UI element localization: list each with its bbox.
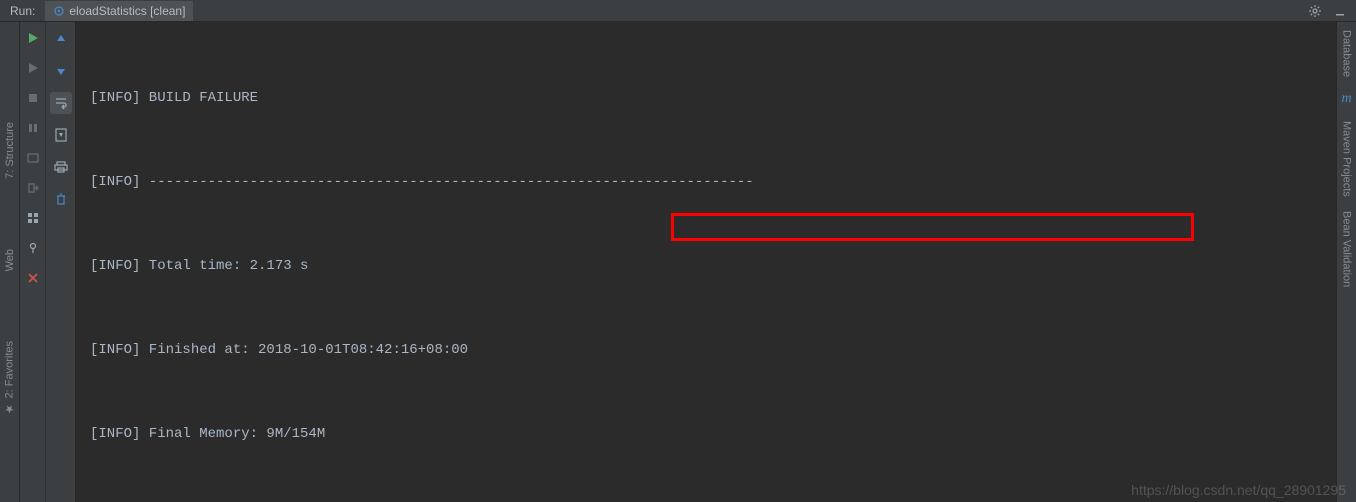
structure-label: 7: Structure (4, 122, 16, 179)
favorites-label: 2: Favorites (4, 341, 16, 398)
console-line: [INFO] BUILD FAILURE (90, 84, 1336, 112)
web-tool-tab[interactable]: Web (4, 249, 16, 271)
bean-label: Bean Validation (1341, 211, 1353, 287)
pause-button[interactable] (23, 118, 43, 138)
run-config-tab-label: eloadStatistics [clean] (69, 4, 185, 18)
run-config-tab[interactable]: eloadStatistics [clean] (45, 1, 193, 21)
database-label: Database (1341, 30, 1353, 77)
main-area: 7: Structure Web ★ 2: Favorites (0, 22, 1356, 502)
run-toolbar-col1 (20, 22, 46, 502)
close-button[interactable] (23, 268, 43, 288)
web-label: Web (4, 249, 16, 271)
bean-validation-tool-tab[interactable]: Bean Validation (1341, 211, 1353, 287)
stop-button[interactable] (23, 88, 43, 108)
print-button[interactable] (50, 156, 72, 178)
scroll-to-end-button[interactable] (50, 124, 72, 146)
hide-icon[interactable] (1328, 5, 1352, 17)
console-line: [INFO] Total time: 2.173 s (90, 252, 1336, 280)
maven-m-icon: m (1341, 91, 1351, 107)
database-tool-tab[interactable]: Database (1341, 30, 1353, 77)
console-line: [INFO] ---------------------------------… (90, 168, 1336, 196)
console-line: [INFO] Finished at: 2018-10-01T08:42:16+… (90, 336, 1336, 364)
maven-tool-tab[interactable]: Maven Projects (1341, 121, 1353, 197)
console-line: [INFO] Final Memory: 9M/154M (90, 420, 1336, 448)
left-tool-strip: 7: Structure Web ★ 2: Favorites (0, 22, 20, 502)
favorites-tool-tab[interactable]: ★ 2: Favorites (3, 341, 16, 415)
layout-button[interactable] (23, 208, 43, 228)
star-icon: ★ (3, 403, 16, 416)
soft-wrap-button[interactable] (50, 92, 72, 114)
pin-button[interactable] (23, 238, 43, 258)
run-toolbar-col2 (46, 22, 76, 502)
maven-label: Maven Projects (1341, 121, 1353, 197)
rerun-failed-button[interactable] (23, 58, 43, 78)
up-stack-button[interactable] (50, 28, 72, 50)
exit-button[interactable] (23, 178, 43, 198)
run-config-icon (53, 5, 65, 17)
down-stack-button[interactable] (50, 60, 72, 82)
console-output[interactable]: [INFO] BUILD FAILURE [INFO] ------------… (76, 22, 1336, 502)
gear-icon[interactable] (1302, 4, 1328, 18)
run-label: Run: (4, 4, 41, 18)
run-tool-top-bar: Run: eloadStatistics [clean] (0, 0, 1356, 22)
rerun-button[interactable] (23, 28, 43, 48)
structure-tool-tab[interactable]: 7: Structure (4, 122, 16, 179)
clear-all-button[interactable] (50, 188, 72, 210)
annotation-highlight-box (671, 213, 1194, 241)
right-tool-strip: Database m Maven Projects Bean Validatio… (1336, 22, 1356, 502)
dump-button[interactable] (23, 148, 43, 168)
